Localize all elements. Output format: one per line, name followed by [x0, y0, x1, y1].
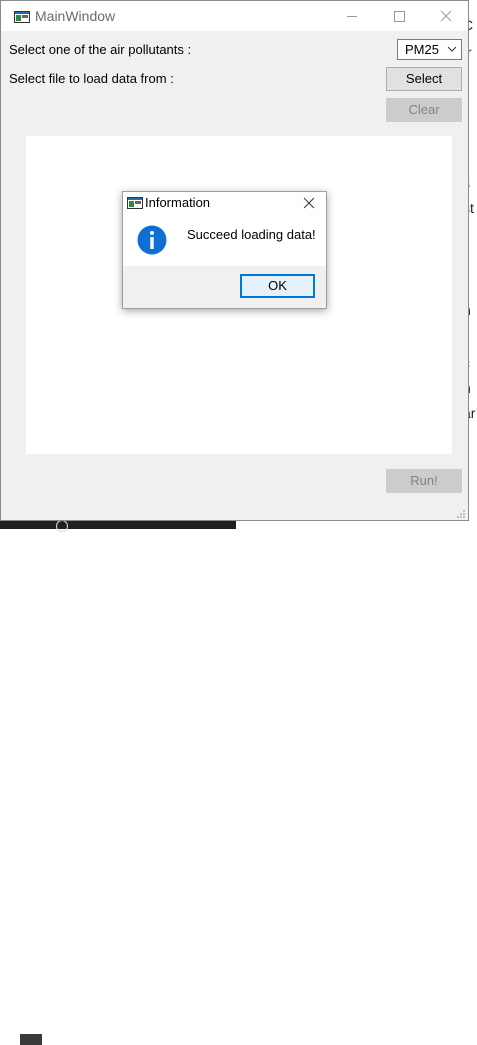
- information-dialog: Information Succeed loading data! OK: [122, 191, 327, 309]
- pollutant-label: Select one of the air pollutants :: [9, 42, 192, 57]
- minimize-icon[interactable]: [337, 5, 367, 27]
- taskbar-button-fragment: [20, 1034, 42, 1045]
- run-button[interactable]: Run!: [386, 469, 462, 493]
- information-icon: [137, 225, 167, 255]
- file-label: Select file to load data from :: [9, 71, 174, 86]
- resize-grip-icon[interactable]: [456, 509, 466, 519]
- maximize-icon[interactable]: [384, 5, 414, 27]
- select-file-button[interactable]: Select: [386, 67, 462, 91]
- ok-button[interactable]: OK: [240, 274, 315, 298]
- chevron-down-icon: [447, 46, 457, 52]
- pollutant-select[interactable]: PM25: [397, 39, 462, 60]
- close-icon[interactable]: [431, 5, 461, 27]
- app-window-icon: [127, 197, 143, 209]
- dialog-message: Succeed loading data!: [187, 227, 316, 242]
- main-window: MainWindow Select one of the air polluta…: [0, 0, 469, 521]
- app-window-icon: [14, 11, 30, 23]
- dialog-body: Information Succeed loading data!: [123, 192, 326, 266]
- pollutant-select-value: PM25: [405, 42, 439, 57]
- close-icon[interactable]: [301, 195, 317, 211]
- dialog-title: Information: [145, 195, 211, 210]
- search-icon: [56, 520, 68, 532]
- window-title: MainWindow: [35, 8, 116, 24]
- clear-button[interactable]: Clear: [386, 98, 462, 122]
- title-bar[interactable]: MainWindow: [1, 1, 468, 31]
